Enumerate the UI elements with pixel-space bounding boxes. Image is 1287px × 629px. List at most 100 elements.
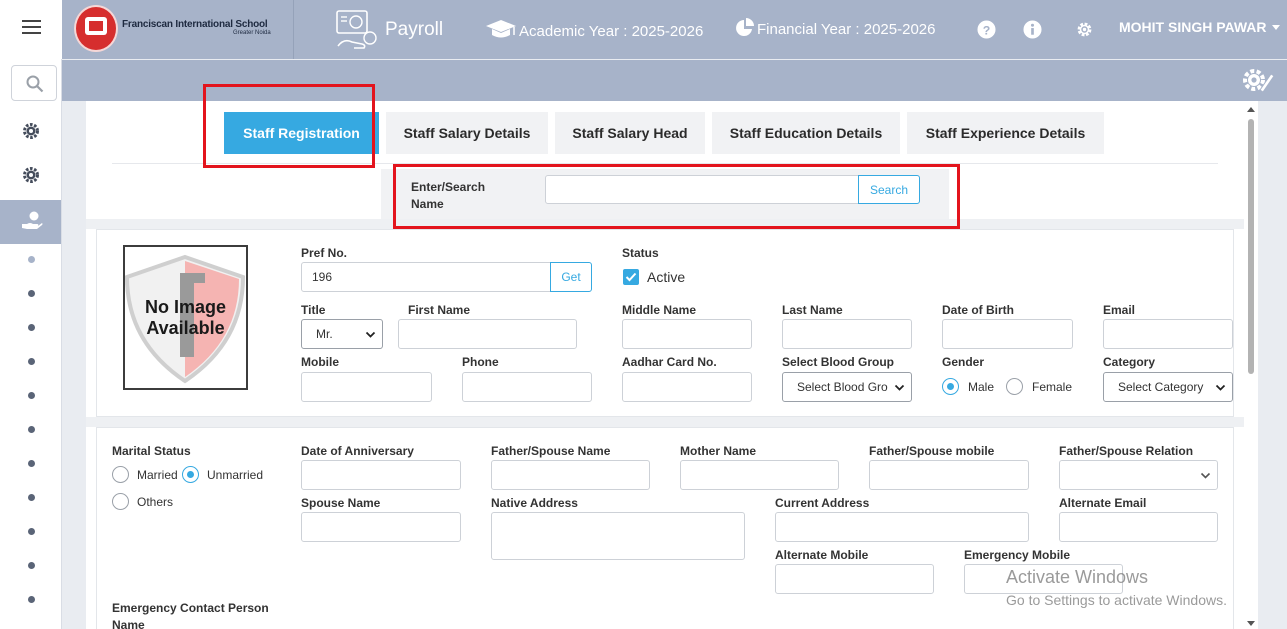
last-name-label: Last Name (782, 303, 843, 317)
scroll-down-arrow[interactable] (1247, 621, 1255, 626)
svg-text:?: ? (983, 23, 991, 37)
middle-name-label: Middle Name (622, 303, 697, 317)
get-button[interactable]: Get (550, 262, 592, 292)
active-checkbox[interactable] (623, 269, 639, 285)
vertical-scrollbar[interactable] (1244, 101, 1258, 629)
sidebar-search-button[interactable] (11, 65, 57, 101)
title-label: Title (301, 303, 326, 317)
pref-no-input[interactable]: 196 (301, 262, 551, 292)
page-margin (1258, 101, 1287, 629)
sidebar-subitem[interactable] (28, 426, 35, 433)
current-address-input[interactable] (775, 512, 1029, 542)
sidebar-subitem[interactable] (28, 358, 35, 365)
gender-female-radio[interactable] (1006, 378, 1023, 395)
financial-year-label: Financial Year : 2025-2026 (757, 21, 936, 38)
father-spouse-name-label: Father/Spouse Name (491, 444, 611, 458)
staff-photo[interactable]: No Image Available (123, 245, 248, 390)
sidebar-subitem[interactable] (28, 290, 35, 297)
pref-no-label: Pref No. (301, 246, 348, 260)
tab-staff-salary-head[interactable]: Staff Salary Head (555, 112, 705, 154)
category-select[interactable]: Select Category (1103, 372, 1233, 402)
spouse-name-label: Spouse Name (301, 496, 381, 510)
title-select[interactable]: Mr. (301, 319, 383, 349)
first-name-input[interactable] (398, 319, 577, 349)
email-input[interactable] (1103, 319, 1233, 349)
father-spouse-relation-select[interactable] (1059, 460, 1218, 490)
activation-watermark-text: Go to Settings to activate Windows. (1006, 592, 1227, 608)
hamburger-icon (22, 20, 41, 22)
mother-name-input[interactable] (680, 460, 839, 490)
top-header: Franciscan International School Greater … (0, 0, 1287, 59)
academic-year-label: Academic Year : 2025-2026 (519, 23, 704, 40)
info-icon[interactable] (1023, 20, 1042, 39)
tab-staff-salary-details[interactable]: Staff Salary Details (386, 112, 548, 154)
mobile-label: Mobile (301, 355, 339, 369)
help-icon[interactable]: ? (977, 20, 996, 39)
first-name-label: First Name (408, 303, 471, 317)
father-spouse-mobile-label: Father/Spouse mobile (869, 444, 995, 458)
mobile-input[interactable] (301, 372, 432, 402)
dob-input[interactable] (942, 319, 1073, 349)
category-label: Category (1103, 355, 1156, 369)
alternate-mobile-label: Alternate Mobile (775, 548, 869, 562)
marital-unmarried-label: Unmarried (207, 468, 264, 482)
settings-edit-icon[interactable] (1241, 66, 1275, 94)
sidebar-item-settings-1[interactable] (20, 120, 42, 142)
school-logo (74, 5, 118, 52)
marital-others-radio[interactable] (112, 493, 129, 510)
sidebar-subitem[interactable] (28, 460, 35, 467)
sidebar-subitem[interactable] (28, 494, 35, 501)
father-spouse-relation-label: Father/Spouse Relation (1059, 444, 1194, 458)
active-label: Active (647, 269, 686, 285)
blood-group-select[interactable]: Select Blood Gro (782, 372, 912, 402)
dob-label: Date of Birth (942, 303, 1014, 317)
phone-input[interactable] (462, 372, 592, 402)
blood-group-label: Select Blood Group (782, 355, 895, 369)
aadhar-input[interactable] (622, 372, 752, 402)
gender-male-radio[interactable] (942, 378, 959, 395)
checkmark-icon (625, 272, 637, 282)
tab-staff-education-details[interactable]: Staff Education Details (712, 112, 900, 154)
highlight-box-search (393, 164, 960, 229)
category-value: Select Category (1118, 380, 1204, 394)
academic-year[interactable]: Academic Year : 2025-2026 (485, 18, 703, 40)
sidebar-subitem[interactable] (28, 562, 35, 569)
phone-label: Phone (462, 355, 499, 369)
anniversary-label: Date of Anniversary (301, 444, 414, 458)
tab-staff-experience-details[interactable]: Staff Experience Details (907, 112, 1104, 154)
marital-married-radio[interactable] (112, 466, 129, 483)
sidebar-subitem[interactable] (28, 256, 35, 263)
sidebar-subitem[interactable] (28, 392, 35, 399)
sidebar-subitem[interactable] (28, 528, 35, 535)
school-logo-area[interactable]: Franciscan International School Greater … (62, 0, 294, 59)
hamburger-icon-bar (22, 32, 41, 34)
payroll-label: Payroll (385, 19, 444, 40)
scroll-up-arrow[interactable] (1247, 107, 1255, 112)
no-image-text: No Image Available (144, 297, 227, 338)
sidebar-item-payroll[interactable] (0, 200, 61, 244)
last-name-input[interactable] (782, 319, 912, 349)
menu-toggle-button[interactable] (0, 0, 62, 59)
scroll-thumb[interactable] (1248, 119, 1254, 374)
sidebar-subitem[interactable] (28, 596, 35, 603)
father-spouse-mobile-input[interactable] (869, 460, 1029, 490)
sidebar-subitem[interactable] (28, 324, 35, 331)
graduation-cap-icon (486, 20, 516, 38)
spouse-name-input[interactable] (301, 512, 461, 542)
sidebar-item-settings-2[interactable] (20, 164, 42, 186)
native-address-textarea[interactable] (491, 512, 745, 560)
highlight-box-tab (203, 84, 375, 168)
alternate-email-input[interactable] (1059, 512, 1218, 542)
emergency-contact-label: Emergency Contact Person Name (112, 601, 269, 629)
divider (86, 417, 1244, 427)
anniversary-input[interactable] (301, 460, 461, 490)
alternate-mobile-input[interactable] (775, 564, 934, 594)
user-menu[interactable]: MOHIT SINGH PAWAR (1119, 19, 1281, 35)
gender-male-label: Male (968, 380, 995, 394)
settings-gear-icon[interactable] (1075, 20, 1094, 39)
middle-name-input[interactable] (622, 319, 752, 349)
alternate-email-label: Alternate Email (1059, 496, 1147, 510)
marital-unmarried-radio[interactable] (182, 466, 199, 483)
father-spouse-name-input[interactable] (491, 460, 650, 490)
financial-year[interactable]: Financial Year : 2025-2026 (735, 18, 935, 38)
